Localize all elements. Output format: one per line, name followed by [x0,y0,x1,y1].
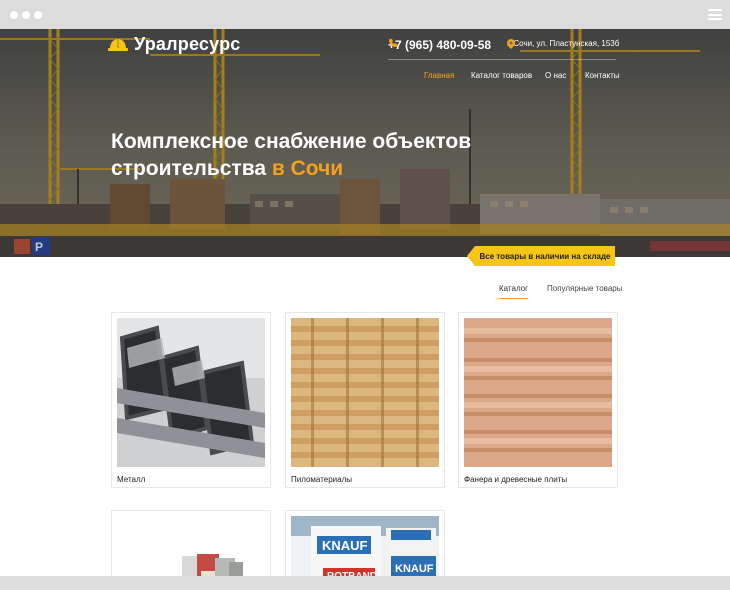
nav-item-home[interactable]: Главная [424,71,454,80]
browser-bottom-bar [0,576,730,590]
header-divider [388,59,616,60]
lumber-stack-image [291,318,439,467]
svg-text:KNAUF: KNAUF [395,563,434,575]
nav-item-about[interactable]: О нас [545,71,566,80]
browser-toolbar [0,0,730,29]
site-logo[interactable]: Уралресурс [108,34,241,55]
hard-hat-icon [108,38,128,52]
plywood-stack-image [464,318,612,467]
headline-accent: в Сочи [271,157,344,180]
card-title[interactable]: Фанера и древесные плиты [464,475,567,484]
header-phone[interactable]: +7 (965) 480-09-58 [388,38,491,52]
nav-item-contacts[interactable]: Контакты [585,71,620,80]
window-dot-icon[interactable] [10,11,18,19]
catalog-card-knauf[interactable]: KNAUF ROTBAND KNAUF [285,510,445,576]
browser-menu-icon[interactable] [708,9,722,20]
mortar-bags-image [117,516,265,576]
headline-line-1: Комплексное снабжение объектов [111,130,472,153]
window-controls[interactable] [10,11,42,19]
web-page: P Уралресурс +7 (965) 480-09-58 г. Сочи,… [0,29,730,576]
tab-popular[interactable]: Популярные товары [547,284,622,298]
phone-number[interactable]: +7 (965) 480-09-58 [388,38,491,52]
stock-badge-label: Все товары в наличии на складе [479,251,611,261]
headline-line-2: строительства [111,157,267,180]
window-dot-icon[interactable] [34,11,42,19]
phone-icon [389,39,397,47]
card-title[interactable]: Пиломатериалы [291,475,352,484]
hero-headline: Комплексное снабжение объектов строитель… [111,128,491,182]
knauf-rotband-bags-image: KNAUF ROTBAND KNAUF [291,516,439,576]
stock-badge[interactable]: Все товары в наличии на складе [467,246,615,266]
hero-banner: P Уралресурс +7 (965) 480-09-58 г. Сочи,… [0,29,730,257]
catalog-card-metal[interactable]: Металл [111,312,271,488]
header-address: г. Сочи, ул. Пластунская, 153б [507,39,620,49]
catalog-card-mortar[interactable] [111,510,271,576]
svg-text:KNAUF: KNAUF [322,538,368,553]
brand-name: Уралресурс [134,34,241,54]
tab-catalog[interactable]: Каталог [499,284,529,299]
catalog-card-plywood[interactable]: Фанера и древесные плиты [458,312,618,488]
metal-profiles-image [117,318,265,467]
address-text: г. Сочи, ул. Пластунская, 153б [507,39,620,48]
nav-item-catalog[interactable]: Каталог товаров [471,71,532,80]
window-dot-icon[interactable] [22,11,30,19]
location-pin-icon [507,39,515,49]
card-title[interactable]: Металл [117,475,145,484]
catalog-card-lumber[interactable]: Пиломатериалы [285,312,445,488]
